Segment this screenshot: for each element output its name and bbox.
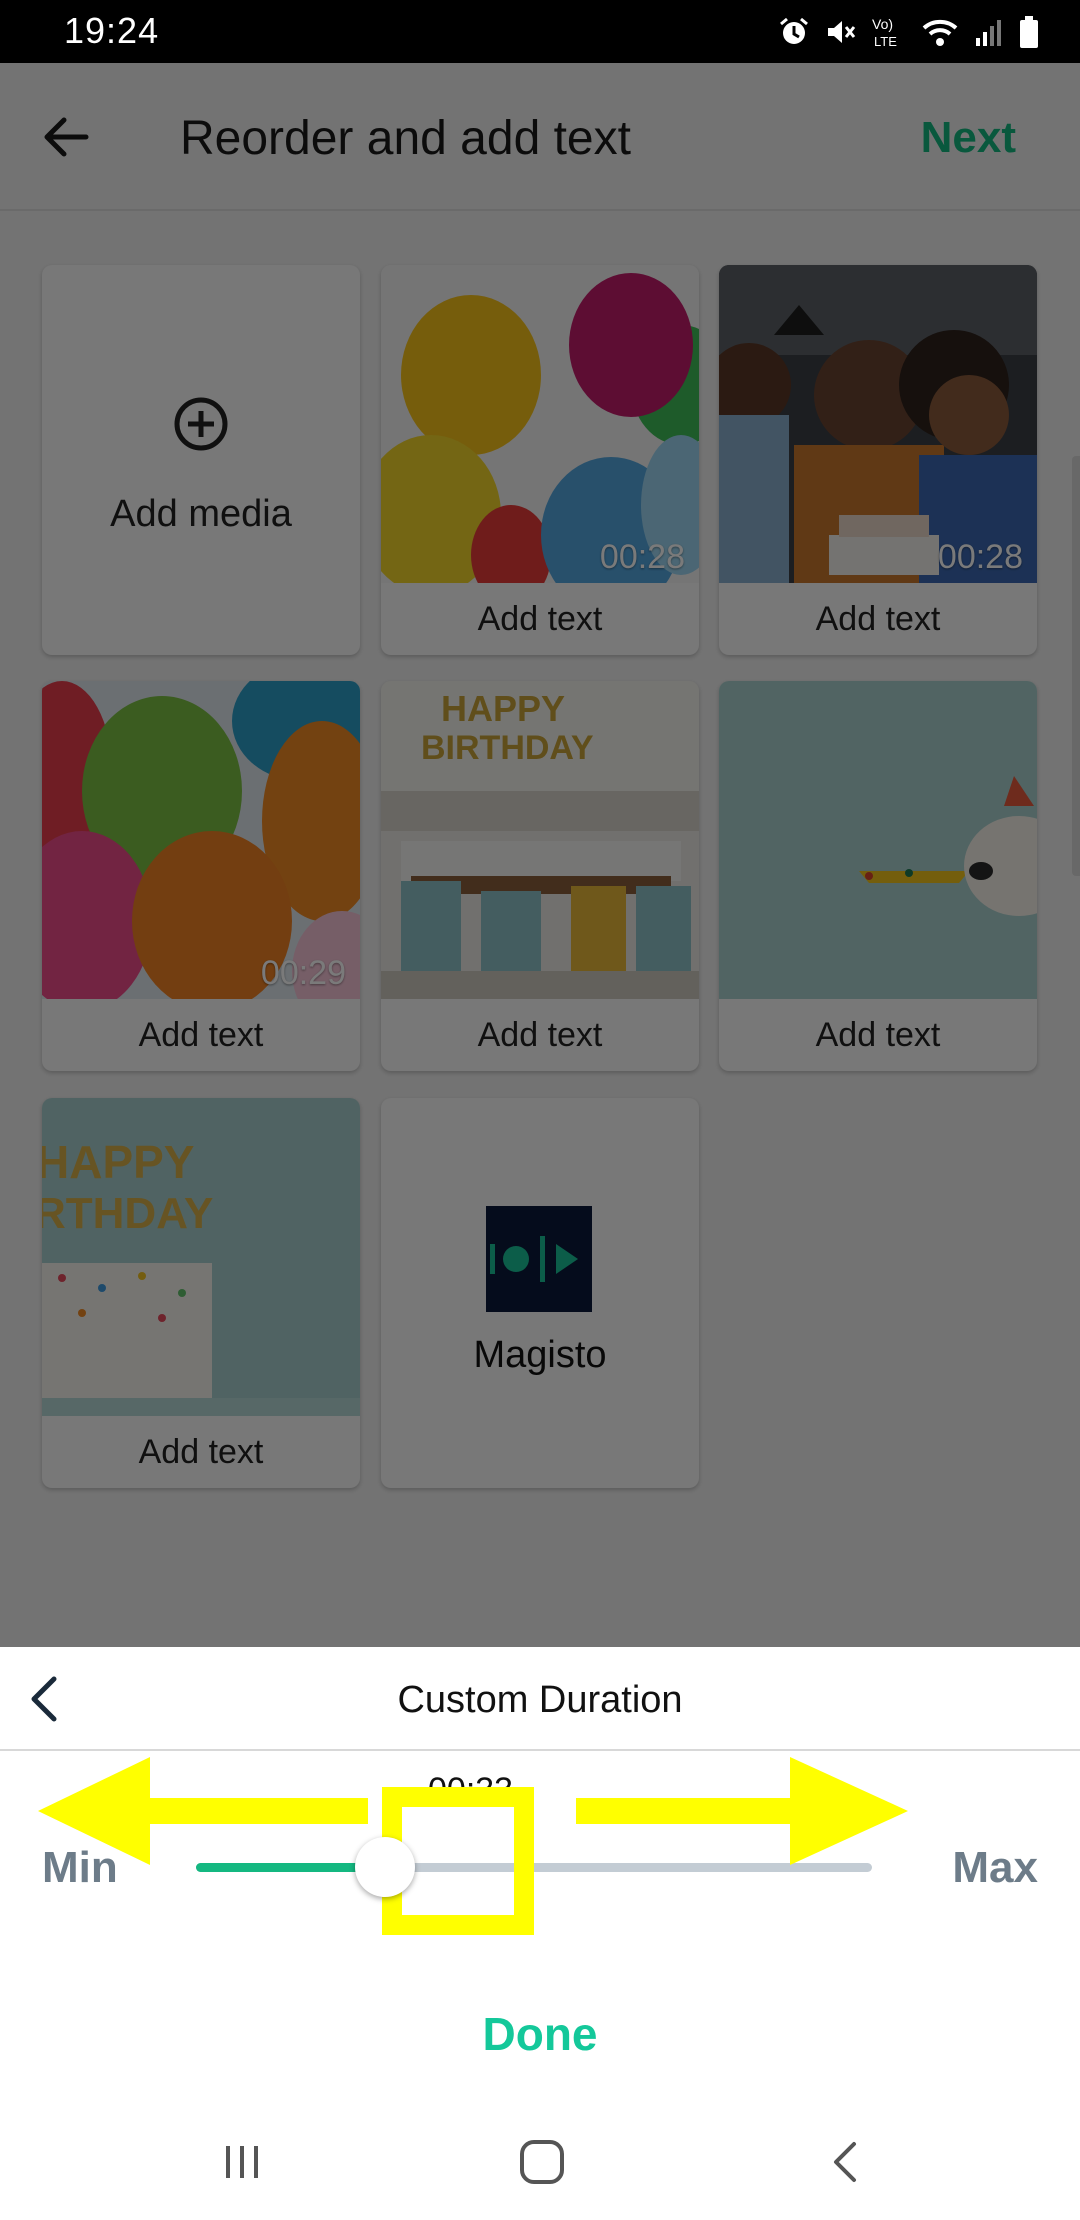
add-media-tile[interactable]: Add media (42, 265, 360, 655)
add-text-button[interactable]: Add text (719, 999, 1037, 1071)
add-text-button[interactable]: Add text (719, 583, 1037, 655)
balloons-closeup-image (42, 681, 360, 999)
family-birthday-image (719, 265, 1037, 583)
dining-room-image: HAPPY BIRTHDAY (381, 681, 699, 999)
mute-icon (828, 21, 856, 43)
add-text-button[interactable]: Add text (381, 583, 699, 655)
svg-text:Vo): Vo) (872, 16, 893, 32)
done-button[interactable]: Done (0, 2007, 1080, 2061)
media-thumbnail[interactable]: 00:28 (719, 265, 1037, 583)
media-thumbnail[interactable]: 00:28 (381, 265, 699, 583)
add-text-button[interactable]: Add text (381, 999, 699, 1071)
media-tile[interactable]: HAPPY RTHDAY Add text (42, 1098, 360, 1488)
back-icon[interactable] (816, 2132, 876, 2192)
sheet-title: Custom Duration (397, 1679, 683, 1721)
page-title: Reorder and add text (180, 112, 631, 165)
min-label: Min (42, 1843, 118, 1892)
media-tile[interactable]: Add text (719, 681, 1037, 1071)
media-tile[interactable]: 00:28 Add text (381, 265, 699, 655)
media-grid: Add media 00:28 Add text 00:28 Add text … (0, 211, 1080, 1647)
signal-icon (976, 20, 1001, 46)
custom-duration-sheet: Custom Duration 00:33 Min Max Done (0, 1647, 1080, 2104)
media-thumbnail[interactable]: HAPPY BIRTHDAY (381, 681, 699, 999)
svg-text:HAPPY: HAPPY (441, 688, 565, 729)
right-arrow-annotation (576, 1757, 908, 1865)
media-tile[interactable]: 00:29 Add text (42, 681, 360, 1071)
media-tile[interactable]: 00:28 Add text (719, 265, 1037, 655)
svg-text:HAPPY: HAPPY (42, 1136, 194, 1188)
recent-apps-icon[interactable] (212, 2132, 272, 2192)
balloons-image (381, 265, 699, 583)
slider-value-label: 00:33 (428, 1771, 514, 1809)
duration-slider-track[interactable] (196, 1863, 872, 1872)
duration-label: 00:28 (937, 538, 1023, 576)
media-thumbnail[interactable]: 00:29 (42, 681, 360, 999)
add-text-button[interactable]: Add text (42, 999, 360, 1071)
duration-label: 00:28 (599, 538, 685, 576)
svg-text:RTHDAY: RTHDAY (42, 1189, 213, 1238)
next-button[interactable]: Next (921, 113, 1016, 163)
status-icons: Vo) LTE (778, 12, 1040, 52)
media-thumbnail[interactable] (719, 681, 1037, 999)
scrollbar[interactable] (1072, 456, 1080, 876)
battery-icon (1020, 16, 1038, 48)
add-media-label: Add media (110, 493, 292, 535)
home-icon[interactable] (512, 2132, 572, 2192)
alarm-icon (780, 17, 808, 44)
status-time: 19:24 (64, 10, 160, 51)
add-text-button[interactable]: Add text (42, 1416, 360, 1488)
media-thumbnail[interactable]: HAPPY RTHDAY (42, 1098, 360, 1416)
svg-text:BIRTHDAY: BIRTHDAY (421, 729, 594, 767)
dog-party-horn-image (719, 681, 1037, 999)
back-arrow-icon[interactable] (36, 107, 96, 167)
sheet-header: Custom Duration (0, 1647, 1080, 1751)
status-bar: 19:24 Vo) LTE (0, 0, 1080, 63)
magisto-label: Magisto (473, 1334, 607, 1376)
max-label: Max (952, 1843, 1038, 1892)
birthday-cake-image: HAPPY RTHDAY (42, 1098, 360, 1416)
magisto-outro-tile[interactable]: Magisto (381, 1098, 699, 1488)
plus-circle-icon (174, 397, 228, 451)
volte-icon: Vo) LTE (872, 16, 897, 49)
media-tile[interactable]: HAPPY BIRTHDAY Add text (381, 681, 699, 1071)
magisto-logo-icon (486, 1206, 592, 1312)
svg-text:LTE: LTE (874, 34, 897, 49)
duration-label: 00:29 (260, 954, 346, 992)
system-nav-bar (0, 2104, 1080, 2220)
duration-slider-thumb[interactable] (355, 1837, 416, 1897)
app-header: Reorder and add text Next (0, 63, 1080, 211)
wifi-icon (922, 19, 958, 46)
